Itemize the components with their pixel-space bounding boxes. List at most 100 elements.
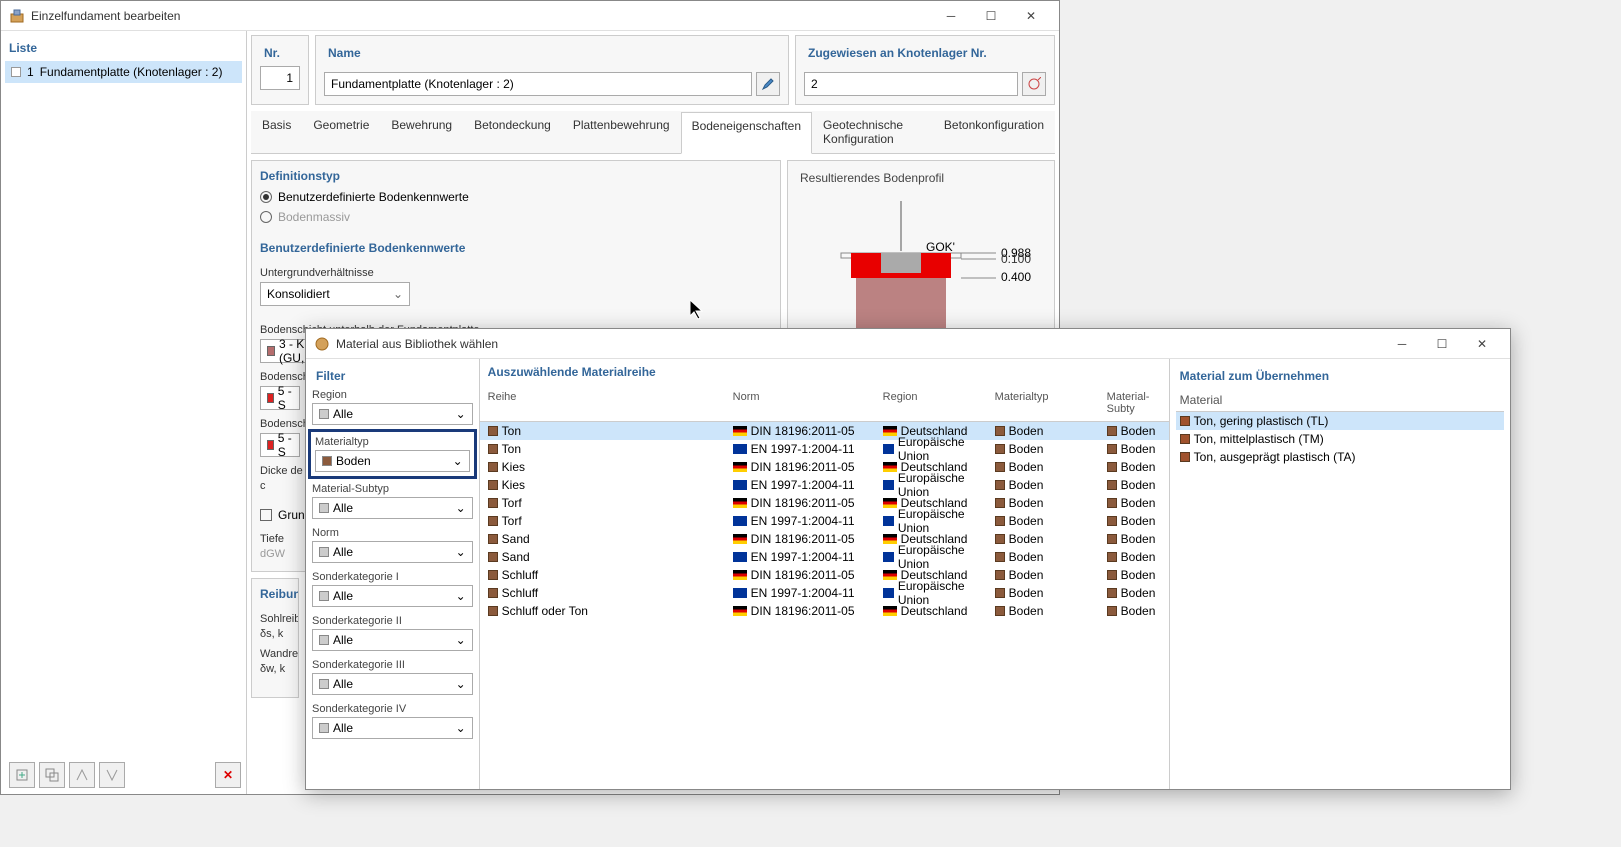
region-filter-select[interactable]: Alle⌄ (312, 403, 473, 425)
assign-pick-button[interactable] (1022, 72, 1046, 96)
table-row[interactable]: KiesEN 1997-1:2004-11Europäische UnionBo… (480, 476, 1169, 494)
lib-close-button[interactable]: ✕ (1462, 330, 1502, 358)
table-row[interactable]: TorfDIN 18196:2011-05DeutschlandBodenBod… (480, 494, 1169, 512)
table-row[interactable]: Schluff oder TonDIN 18196:2011-05Deutsch… (480, 602, 1169, 620)
take-row[interactable]: Ton, mittelplastisch (TM) (1176, 430, 1504, 448)
assign-card: Zugewiesen an Knotenlager Nr. 2 (795, 35, 1055, 105)
take-col-header[interactable]: Material (1176, 389, 1504, 412)
svg-text:GOK': GOK' (926, 240, 955, 254)
tab-geotechnische-konfiguration[interactable]: Geotechnische Konfiguration (812, 111, 933, 153)
sk4-label: Sonderkategorie IV (312, 703, 473, 715)
table-row[interactable]: SandDIN 18196:2011-05DeutschlandBodenBod… (480, 530, 1169, 548)
lib-titlebar: Material aus Bibliothek wählen ─ ☐ ✕ (306, 329, 1510, 359)
titlebar: Einzelfundament bearbeiten ─ ☐ ✕ (1, 1, 1059, 31)
list-item-swatch (11, 67, 21, 77)
radio-unchecked-icon (260, 211, 272, 223)
subtyp-filter-label: Material-Subtyp (312, 483, 473, 495)
table-heading: Auszuwählende Materialreihe (480, 359, 1169, 385)
sk4-select[interactable]: Alle⌄ (312, 717, 473, 739)
list-item[interactable]: 1 Fundamentplatte (Knotenlager : 2) (5, 61, 242, 83)
table-row[interactable]: SchluffEN 1997-1:2004-11Europäische Unio… (480, 584, 1169, 602)
nr-label: Nr. (260, 40, 300, 66)
materialtyp-filter-select[interactable]: Boden⌄ (315, 450, 470, 472)
nr-input[interactable]: 1 (260, 66, 300, 90)
tab-bodeneigenschaften[interactable]: Bodeneigenschaften (681, 112, 812, 154)
untergrund-label: Untergrundverhältnisse (260, 267, 772, 279)
maximize-button[interactable]: ☐ (971, 2, 1011, 30)
lib-minimize-button[interactable]: ─ (1382, 330, 1422, 358)
bodenschicht3-select-partial[interactable]: 5 - S (260, 433, 300, 457)
table-row[interactable]: SchluffDIN 18196:2011-05DeutschlandBoden… (480, 566, 1169, 584)
close-button[interactable]: ✕ (1011, 2, 1051, 30)
reibung-heading: Reibungs (260, 583, 290, 605)
subtyp-filter-select[interactable]: Alle⌄ (312, 497, 473, 519)
sk2-label: Sonderkategorie II (312, 615, 473, 627)
tab-basis[interactable]: Basis (251, 111, 302, 153)
copy-item-button[interactable] (39, 762, 65, 788)
take-row[interactable]: Ton, gering plastisch (TL) (1176, 412, 1504, 430)
materialtyp-filter-highlighted: Materialtyp Boden⌄ (308, 429, 477, 479)
table-row[interactable]: KiesDIN 18196:2011-05DeutschlandBodenBod… (480, 458, 1169, 476)
name-input[interactable]: Fundamentplatte (Knotenlager : 2) (324, 72, 752, 96)
table-row[interactable]: SandEN 1997-1:2004-11Europäische UnionBo… (480, 548, 1169, 566)
sk3-label: Sonderkategorie III (312, 659, 473, 671)
table-body: TonDIN 18196:2011-05DeutschlandBodenBode… (480, 422, 1169, 789)
radio-bodenmassiv[interactable]: Bodenmassiv (260, 207, 772, 227)
table-row[interactable]: TorfEN 1997-1:2004-11Europäische UnionBo… (480, 512, 1169, 530)
tool-button-3[interactable] (69, 762, 95, 788)
sk1-select[interactable]: Alle⌄ (312, 585, 473, 607)
lib-maximize-button[interactable]: ☐ (1422, 330, 1462, 358)
app-icon (9, 8, 25, 24)
minimize-button[interactable]: ─ (931, 2, 971, 30)
sk2-select[interactable]: Alle⌄ (312, 629, 473, 651)
bodenschicht2-select-partial[interactable]: 5 - S (260, 386, 300, 410)
take-row[interactable]: Ton, ausgeprägt plastisch (TA) (1176, 448, 1504, 466)
norm-filter-label: Norm (312, 527, 473, 539)
tab-plattenbewehrung[interactable]: Plattenbewehrung (562, 111, 681, 153)
tab-bar: BasisGeometrieBewehrungBetondeckungPlatt… (251, 111, 1055, 154)
col-materialtyp[interactable]: Materialtyp (987, 387, 1099, 419)
filter-heading: Filter (312, 363, 473, 389)
table-row[interactable]: TonEN 1997-1:2004-11Europäische UnionBod… (480, 440, 1169, 458)
take-panel: Material zum Übernehmen Material Ton, ge… (1169, 359, 1510, 789)
sk1-label: Sonderkategorie I (312, 571, 473, 583)
tab-betonkonfiguration[interactable]: Betonkonfiguration (933, 111, 1055, 153)
region-filter-label: Region (312, 389, 473, 401)
definitionstyp-heading: Definitionstyp (260, 165, 772, 187)
list-item-num: 1 (27, 65, 34, 79)
col-region[interactable]: Region (875, 387, 987, 419)
sk3-select[interactable]: Alle⌄ (312, 673, 473, 695)
new-item-button[interactable] (9, 762, 35, 788)
tab-geometrie[interactable]: Geometrie (302, 111, 380, 153)
assign-label: Zugewiesen an Knotenlager Nr. (804, 40, 1046, 66)
reibung-panel-partial: Reibungs Sohlreibu δs, k Wandreib δw, k (251, 578, 299, 698)
material-library-dialog: Material aus Bibliothek wählen ─ ☐ ✕ Fil… (305, 328, 1511, 790)
svg-text:0.100: 0.100 (1001, 252, 1031, 266)
name-card: Name Fundamentplatte (Knotenlager : 2) (315, 35, 789, 105)
norm-filter-select[interactable]: Alle⌄ (312, 541, 473, 563)
assign-input[interactable]: 2 (804, 72, 1018, 96)
col-norm[interactable]: Norm (725, 387, 875, 419)
profile-heading: Resultierendes Bodenprofil (796, 165, 1046, 191)
filter-panel: Filter Region Alle⌄ Materialtyp Boden⌄ M… (306, 359, 480, 789)
untergrund-select[interactable]: Konsolidiert⌄ (260, 282, 410, 306)
list-item-text: Fundamentplatte (Knotenlager : 2) (40, 65, 223, 79)
tab-bewehrung[interactable]: Bewehrung (380, 111, 463, 153)
table-row[interactable]: TonDIN 18196:2011-05DeutschlandBodenBode… (480, 422, 1169, 440)
table-header-row: Reihe Norm Region Materialtyp Material-S… (480, 385, 1169, 422)
svg-text:0.400: 0.400 (1001, 270, 1031, 284)
lib-title: Material aus Bibliothek wählen (336, 337, 1382, 351)
delete-button[interactable]: ✕ (215, 762, 241, 788)
tool-button-4[interactable] (99, 762, 125, 788)
left-list-panel: Liste 1 Fundamentplatte (Knotenlager : 2… (1, 31, 247, 794)
tab-betondeckung[interactable]: Betondeckung (463, 111, 562, 153)
take-heading: Material zum Übernehmen (1176, 363, 1504, 389)
col-subtyp[interactable]: Material-Subty (1099, 387, 1169, 419)
material-table-panel: Auszuwählende Materialreihe Reihe Norm R… (480, 359, 1169, 789)
lib-icon (314, 336, 330, 352)
col-reihe[interactable]: Reihe (480, 387, 725, 419)
nr-card: Nr. 1 (251, 35, 309, 105)
name-edit-button[interactable] (756, 72, 780, 96)
bottom-toolbar (9, 762, 125, 788)
radio-benutzerdefiniert[interactable]: Benutzerdefinierte Bodenkennwerte (260, 187, 772, 207)
